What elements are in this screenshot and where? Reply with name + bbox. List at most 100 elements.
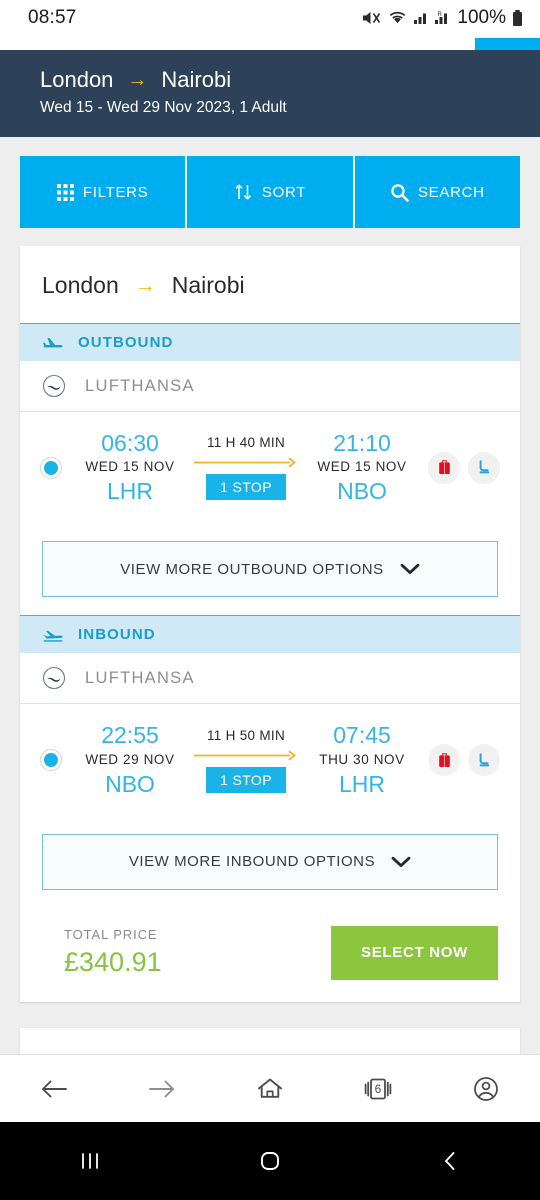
inbound-airline-name: LUFTHANSA: [85, 668, 195, 687]
outbound-arrive-date: WED 15 NOV: [317, 459, 407, 475]
inbound-airline-row: LUFTHANSA: [20, 653, 520, 705]
sort-button[interactable]: SORT: [187, 156, 353, 228]
browser-bottom-bar: 6: [0, 1054, 540, 1122]
view-more-inbound-button[interactable]: VIEW MORE INBOUND OPTIONS: [42, 833, 498, 890]
progress-fill: [475, 38, 540, 50]
inbound-stops-badge: 1 STOP: [206, 766, 286, 793]
outbound-label: OUTBOUND: [78, 334, 174, 351]
wifi-icon: [390, 11, 406, 24]
phone-screen: 08:57 R 100% London → Nairobi Wed 15 - W…: [0, 0, 540, 1200]
header-route: London → Nairobi: [40, 67, 500, 93]
inbound-depart-iata: NBO: [105, 770, 155, 797]
lufthansa-logo-icon: [42, 374, 66, 398]
baggage-icon[interactable]: [428, 451, 460, 484]
forward-icon[interactable]: [135, 1065, 189, 1113]
tabs-icon[interactable]: 6: [351, 1065, 405, 1113]
outbound-depart-date: WED 15 NOV: [85, 459, 175, 475]
price-row: TOTAL PRICE £340.91 SELECT NOW: [20, 908, 520, 1002]
total-price-block: TOTAL PRICE £340.91: [42, 927, 162, 978]
flight-arrow-icon: [194, 750, 296, 761]
svg-text:R: R: [438, 12, 443, 18]
search-button[interactable]: SEARCH: [354, 156, 520, 228]
back-icon[interactable]: [27, 1065, 81, 1113]
site-header: London → Nairobi Wed 15 - Wed 29 Nov 202…: [0, 50, 540, 137]
flight-result-card[interactable]: London → Nairobi OUTBOUND LUFTHANSA 06:3…: [20, 246, 520, 1002]
outbound-arrival: 21:10 WED 15 NOV NBO: [310, 430, 414, 505]
outbound-duration: 11 H 40 MIN: [206, 435, 286, 451]
seat-icon[interactable]: [468, 744, 500, 777]
inbound-arrive-iata: LHR: [338, 770, 385, 797]
home-icon[interactable]: [243, 1065, 297, 1113]
card-spacer: [0, 1002, 540, 1028]
outbound-stops-badge: 1 STOP: [206, 474, 286, 501]
outbound-amenities: [428, 451, 500, 484]
mute-icon: [363, 12, 381, 24]
outbound-departure: 06:30 WED 15 NOV LHR: [78, 430, 182, 505]
flight-arrow-icon: [194, 457, 296, 468]
outbound-arrive-iata: NBO: [337, 478, 387, 505]
inbound-band: INBOUND: [20, 615, 520, 654]
outbound-select-radio[interactable]: [40, 456, 62, 479]
back-chevron-icon[interactable]: [415, 1136, 485, 1186]
inbound-label: INBOUND: [78, 626, 156, 644]
plane-takeoff-icon: [43, 337, 63, 347]
inbound-duration-block: 11 H 50 MIN 1 STOP: [188, 728, 304, 793]
inbound-flight-row[interactable]: 22:55 WED 29 NOV NBO 11 H 50 MIN 1 STOP …: [20, 704, 520, 817]
lufthansa-logo-icon: [42, 667, 66, 690]
page-load-progress: [0, 36, 540, 50]
outbound-duration-block: 11 H 40 MIN 1 STOP: [188, 435, 304, 501]
inbound-arrival: 07:45 THU 30 NOV LHR: [310, 722, 414, 797]
inbound-duration: 11 H 50 MIN: [206, 727, 286, 743]
header-trip-summary: Wed 15 - Wed 29 Nov 2023, 1 Adult: [40, 99, 287, 116]
outbound-depart-time: 06:30: [101, 430, 159, 456]
view-more-inbound-label: VIEW MORE INBOUND OPTIONS: [128, 853, 376, 871]
outbound-flight-row[interactable]: 06:30 WED 15 NOV LHR 11 H 40 MIN 1 STOP …: [20, 412, 520, 525]
view-more-outbound-button[interactable]: VIEW MORE OUTBOUND OPTIONS: [42, 541, 498, 598]
total-price-label: TOTAL PRICE: [64, 927, 158, 943]
account-icon[interactable]: [459, 1065, 513, 1113]
baggage-icon[interactable]: [428, 744, 460, 777]
seat-icon[interactable]: [468, 451, 500, 484]
signal-icon: [414, 13, 427, 24]
chevron-down-icon: [400, 564, 420, 575]
android-status-bar: 08:57 R 100%: [0, 0, 540, 36]
view-more-outbound-label: VIEW MORE OUTBOUND OPTIONS: [120, 560, 384, 578]
sort-label: SORT: [261, 183, 307, 201]
inbound-select-radio[interactable]: [40, 749, 62, 772]
sort-arrows-icon: [235, 184, 251, 200]
inbound-amenities: [428, 744, 500, 777]
filters-label: FILTERS: [82, 183, 149, 201]
outbound-airline-row: LUFTHANSA: [20, 361, 520, 412]
arrow-right-icon: →: [134, 273, 156, 297]
header-origin: London: [40, 67, 114, 92]
inbound-depart-time: 22:55: [101, 722, 159, 749]
results-toolbar: FILTERS SORT SEARCH: [0, 137, 540, 246]
home-circle-icon[interactable]: [235, 1136, 305, 1186]
status-icons: R 100%: [361, 7, 524, 29]
arrow-right-icon: →: [127, 68, 148, 91]
outbound-airline-name: LUFTHANSA: [85, 376, 195, 395]
status-clock: 08:57: [28, 7, 77, 28]
battery-percent: 100%: [457, 7, 506, 28]
chevron-down-icon: [391, 856, 411, 867]
inbound-depart-date: WED 29 NOV: [85, 751, 175, 767]
inbound-departure: 22:55 WED 29 NOV NBO: [78, 722, 182, 797]
select-now-button[interactable]: SELECT NOW: [331, 925, 498, 980]
card-route: London → Nairobi: [20, 246, 520, 323]
outbound-depart-iata: LHR: [106, 478, 153, 505]
tab-count-label: 6: [374, 1081, 382, 1096]
inbound-arrive-date: THU 30 NOV: [319, 751, 405, 767]
grid-icon: [56, 183, 74, 201]
recents-icon[interactable]: [55, 1136, 125, 1186]
outbound-band: OUTBOUND: [20, 323, 520, 361]
battery-icon: [513, 9, 522, 26]
signal-roaming-icon: R: [435, 12, 448, 24]
outbound-arrive-time: 21:10: [333, 430, 391, 456]
header-destination: Nairobi: [161, 67, 232, 92]
plane-landing-icon: [42, 630, 63, 642]
inbound-arrive-time: 07:45: [333, 722, 391, 749]
total-price-value: £340.91: [64, 947, 162, 978]
filters-button[interactable]: FILTERS: [20, 156, 186, 228]
android-nav-bar: [0, 1122, 540, 1200]
card-route-destination: Nairobi: [171, 272, 245, 298]
